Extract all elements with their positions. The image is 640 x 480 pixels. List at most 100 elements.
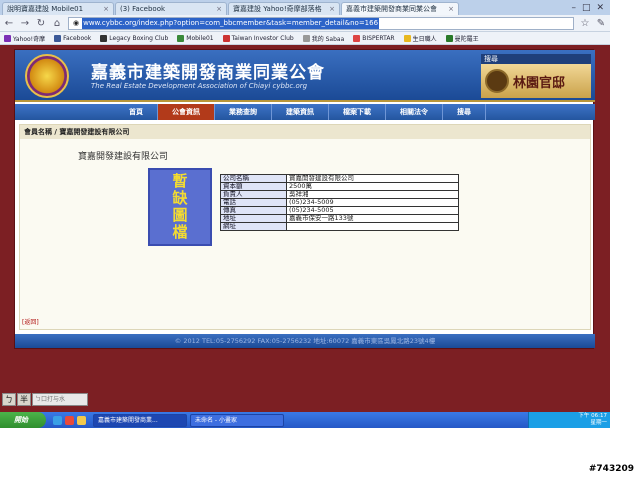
nav-regulations[interactable]: 相關法令: [386, 104, 443, 120]
browser-tab-active[interactable]: 嘉義市建築開發商業同業公會 ×: [341, 2, 459, 15]
folder-icon: [403, 34, 411, 42]
nav-business-query[interactable]: 業務查詢: [215, 104, 272, 120]
nav-search[interactable]: 搜尋: [443, 104, 486, 120]
bookmark-item[interactable]: Facebook: [54, 34, 92, 42]
taskbar-item-paint[interactable]: 未命名 - 小畫家: [190, 413, 284, 427]
site-title: 嘉義市建築開發商業同業公會: [91, 63, 325, 83]
bookmark-label: 我的 Sabaa: [311, 35, 345, 43]
site-container: 嘉義市建築開發商業同業公會 The Real Estate Developmen…: [14, 49, 595, 349]
ime-toolbar: ㄅ 半 ㄅ口打与水: [2, 393, 88, 406]
ie-icon[interactable]: [53, 415, 62, 425]
bookmark-label: BISPERTAR: [362, 34, 395, 42]
close-icon[interactable]: ×: [103, 4, 109, 15]
back-icon[interactable]: ←: [4, 18, 14, 29]
back-link[interactable]: [返回]: [22, 317, 39, 326]
minimize-icon[interactable]: –: [571, 2, 576, 15]
mandala-icon: [445, 34, 453, 42]
ad-label: 搜尋: [481, 54, 591, 64]
bookmark-item[interactable]: Legacy Boxing Club: [100, 34, 169, 42]
table-row: 網址: [220, 222, 459, 231]
address-bar[interactable]: ◉ www.cybbc.org/index.php?option=com_bbcm…: [68, 16, 574, 30]
browser-tab[interactable]: 寶嘉建設 Yahoo!奇摩部落格 ×: [228, 2, 340, 15]
bookmarks-bar: Yahoo!奇摩 Facebook Legacy Boxing Club Mob…: [0, 32, 610, 45]
nav-home[interactable]: 首頁: [115, 104, 158, 120]
bookmark-item[interactable]: Taiwan Investor Club: [222, 34, 294, 42]
ad-body: 林園官邸: [481, 64, 591, 98]
forward-icon[interactable]: →: [20, 18, 30, 29]
bookmark-item[interactable]: 曼陀羅王: [445, 34, 479, 43]
bookmark-label: Facebook: [63, 34, 92, 42]
page-viewport: 嘉義市建築開發商業同業公會 The Real Estate Developmen…: [0, 45, 610, 412]
nav-building-info[interactable]: 建築資訊: [272, 104, 329, 120]
breadcrumb: 會員名稱 / 寶嘉開發建設有限公司: [20, 125, 590, 139]
star-icon[interactable]: ☆: [580, 18, 590, 29]
desktop-icon[interactable]: [77, 415, 86, 425]
field-value: 寶嘉開發建設有限公司: [286, 174, 459, 183]
site-footer: © 2012 TEL:05-2756292 FAX:05-2756232 地址:…: [15, 334, 595, 348]
member-panel: 會員名稱 / 寶嘉開發建設有限公司 寶嘉開發建設有限公司 暫 缺 圖 檔 公司名…: [19, 124, 591, 330]
window-controls: – □ ✕: [571, 2, 610, 15]
clock-time[interactable]: 下午 06:17: [532, 413, 607, 420]
bookmark-label: 曼陀羅王: [454, 35, 479, 43]
tic-icon: [222, 34, 230, 42]
bookmark-label: Taiwan Investor Club: [231, 34, 294, 42]
bookmark-label: 生日職人: [412, 35, 437, 43]
tab-label: 說明寶嘉建設 Mobile01: [7, 4, 84, 13]
ime-mode-button[interactable]: ㄅ: [2, 393, 16, 406]
placeholder-image: 暫 缺 圖 檔: [148, 168, 212, 246]
home-icon[interactable]: ⌂: [52, 18, 62, 29]
site-subtitle: The Real Estate Development Association …: [91, 82, 308, 90]
ime-width-button[interactable]: 半: [17, 393, 31, 406]
tab-label: 寶嘉建設 Yahoo!奇摩部落格: [233, 4, 322, 13]
ad-text: 林園官邸: [513, 75, 566, 91]
field-value[interactable]: [286, 222, 459, 231]
reload-icon[interactable]: ↻: [36, 18, 46, 29]
bookmark-item[interactable]: BISPERTAR: [353, 34, 395, 42]
browser-tab[interactable]: (3) Facebook ×: [115, 2, 227, 15]
bookmark-label: Yahoo!奇摩: [13, 35, 46, 43]
close-icon[interactable]: ×: [448, 4, 454, 15]
tab-label: 嘉義市建築開發商業同業公會: [346, 4, 437, 13]
field-label: 網址: [220, 222, 287, 231]
close-window-icon[interactable]: ✕: [596, 2, 604, 15]
close-icon[interactable]: ×: [329, 4, 335, 15]
mobile01-icon: [177, 34, 185, 42]
close-icon[interactable]: ×: [216, 4, 222, 15]
maximize-icon[interactable]: □: [582, 2, 591, 15]
field-value: 嘉義市保安一路133號: [286, 214, 459, 223]
site-banner: 嘉義市建築開發商業同業公會 The Real Estate Developmen…: [15, 50, 595, 102]
placeholder-char: 圖: [172, 206, 188, 224]
banner-ad[interactable]: 搜尋 林園官邸: [481, 54, 591, 100]
bookmark-item[interactable]: Mobile01: [177, 34, 214, 42]
table-row: 負責人 吳祥湘: [220, 190, 459, 199]
taskbar-item-browser[interactable]: 嘉義市建築開發商業...: [93, 413, 187, 427]
start-button[interactable]: 開始: [0, 412, 46, 428]
placeholder-char: 暫: [172, 172, 188, 190]
bookmark-label: Mobile01: [186, 34, 214, 42]
bispertar-icon: [353, 34, 361, 42]
nav-association-info[interactable]: 公會資訊: [158, 104, 215, 120]
windows-taskbar: 開始 嘉義市建築開發商業... 未命名 - 小畫家 下午 06:17 星期一: [0, 412, 610, 428]
bookmark-item[interactable]: 生日職人: [403, 34, 437, 43]
sabaa-icon: [302, 34, 310, 42]
ime-composition: ㄅ口打与水: [32, 393, 88, 406]
page-icon: ◉: [73, 18, 80, 27]
quick-launch: [49, 415, 90, 425]
bookmark-item[interactable]: Yahoo!奇摩: [4, 34, 45, 43]
facebook-icon: [54, 34, 62, 42]
bookmark-label: Legacy Boxing Club: [109, 34, 169, 42]
image-watermark: #743209: [588, 464, 634, 474]
clock-day: 星期一: [590, 420, 607, 426]
table-row: 地址 嘉義市保安一路133號: [220, 214, 459, 223]
wrench-icon[interactable]: ✎: [596, 18, 606, 29]
yahoo-icon: [4, 34, 11, 42]
placeholder-char: 缺: [172, 189, 188, 207]
association-logo[interactable]: [25, 54, 69, 98]
emblem-icon: [485, 69, 509, 93]
browser-tab[interactable]: 說明寶嘉建設 Mobile01 ×: [2, 2, 114, 15]
nav-downloads[interactable]: 檔案下載: [329, 104, 386, 120]
main-nav: 首頁 公會資訊 業務查詢 建築資訊 檔案下載 相關法令 搜尋: [15, 104, 595, 120]
placeholder-char: 檔: [172, 223, 188, 241]
bookmark-item[interactable]: 我的 Sabaa: [302, 34, 345, 43]
chrome-icon[interactable]: [65, 415, 74, 425]
